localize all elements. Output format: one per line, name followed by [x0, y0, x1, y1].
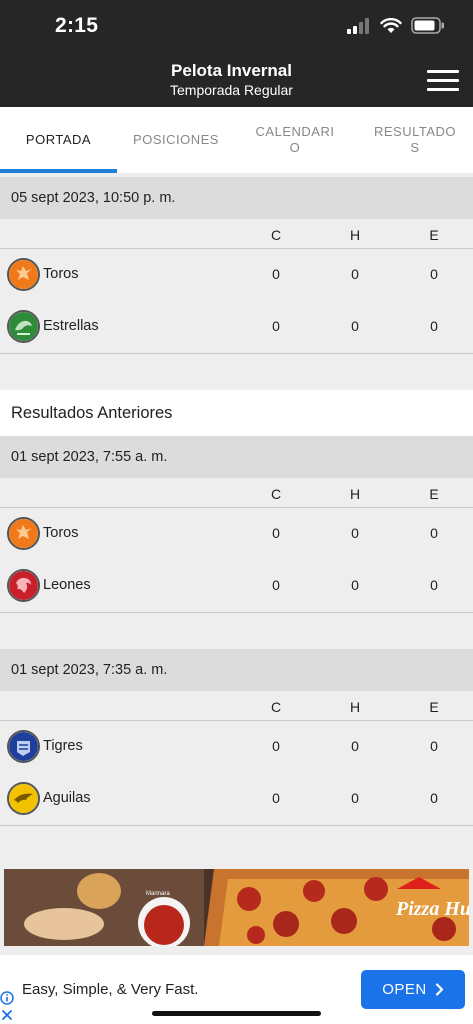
team-name: Toros	[43, 266, 79, 282]
team-logo-icon	[7, 258, 40, 291]
team-runs: 0	[272, 577, 280, 593]
team-runs: 0	[272, 738, 280, 754]
team-errors: 0	[430, 525, 438, 541]
team-errors: 0	[430, 266, 438, 282]
team-row[interactable]: Toros 0 0 0	[0, 249, 473, 301]
hits-header: H	[349, 227, 361, 243]
hits-header: H	[349, 486, 361, 502]
active-tab-indicator	[0, 169, 117, 173]
team-hits: 0	[351, 738, 359, 754]
chevron-right-icon	[435, 983, 443, 996]
team-errors: 0	[430, 318, 438, 334]
game-date: 01 sept 2023, 7:55 a. m.	[0, 436, 473, 478]
runs-header: C	[270, 227, 282, 243]
app-subtitle: Temporada Regular	[170, 82, 293, 98]
app-title: Pelota Invernal	[171, 61, 292, 80]
game-date: 05 sept 2023, 10:50 p. m.	[0, 177, 473, 219]
tab-calendario[interactable]: CALENDARI O	[245, 107, 345, 173]
team-runs: 0	[272, 266, 280, 282]
signal-icon	[347, 17, 369, 34]
status-bar: 2:15	[0, 0, 473, 52]
previous-game-card: 01 sept 2023, 7:55 a. m. C H E Toros 0 0…	[0, 436, 473, 613]
errors-header: E	[429, 486, 439, 502]
team-row[interactable]: Tigres 0 0 0	[0, 721, 473, 773]
previous-game-card: 01 sept 2023, 7:35 a. m. C H E Tigres 0 …	[0, 649, 473, 826]
team-hits: 0	[351, 525, 359, 541]
battery-icon	[411, 17, 444, 34]
team-logo-icon	[7, 730, 40, 763]
previous-results-heading: Resultados Anteriores	[0, 390, 473, 436]
team-name: Tigres	[43, 738, 83, 754]
team-runs: 0	[272, 790, 280, 806]
team-list: Toros 0 0 0 Estrellas 0 0 0	[0, 249, 473, 354]
ad-text: Easy, Simple, & Very Fast.	[22, 981, 199, 998]
team-list: Tigres 0 0 0 Aguilas 0 0 0	[0, 721, 473, 826]
team-logo-icon	[7, 569, 40, 602]
team-name: Aguilas	[43, 790, 91, 806]
team-name: Estrellas	[43, 318, 99, 334]
runs-header: C	[270, 486, 282, 502]
hamburger-menu-icon[interactable]	[427, 70, 459, 92]
team-hits: 0	[351, 266, 359, 282]
team-runs: 0	[272, 525, 280, 541]
team-logo-icon	[7, 310, 40, 343]
tab-resultados[interactable]: RESULTADO S	[362, 107, 468, 173]
score-column-headers: C H E	[0, 691, 473, 721]
errors-header: E	[429, 227, 439, 243]
score-column-headers: C H E	[0, 478, 473, 508]
team-errors: 0	[430, 738, 438, 754]
close-icon[interactable]	[0, 1008, 14, 1022]
score-column-headers: C H E	[0, 219, 473, 249]
ad-banner-image[interactable]: Marinara Pizza Hut	[4, 869, 469, 946]
team-logo-icon	[7, 782, 40, 815]
team-row[interactable]: Aguilas 0 0 0	[0, 773, 473, 825]
tab-bar: PORTADA POSICIONES CALENDARI O RESULTADO…	[0, 107, 473, 173]
status-icons	[347, 17, 445, 34]
team-logo-icon	[7, 517, 40, 550]
wifi-icon	[380, 17, 402, 33]
runs-header: C	[270, 699, 282, 715]
tab-portada[interactable]: PORTADA	[0, 107, 117, 173]
status-time: 2:15	[55, 14, 99, 37]
hits-header: H	[349, 699, 361, 715]
team-runs: 0	[272, 318, 280, 334]
ad-brand-label: Pizza Hut	[395, 898, 469, 920]
team-hits: 0	[351, 318, 359, 334]
team-row[interactable]: Leones 0 0 0	[0, 560, 473, 612]
team-name: Toros	[43, 525, 79, 541]
ad-open-label: OPEN	[382, 981, 427, 998]
game-date: 01 sept 2023, 7:35 a. m.	[0, 649, 473, 691]
info-icon[interactable]	[0, 991, 14, 1005]
team-hits: 0	[351, 790, 359, 806]
current-game-card: 05 sept 2023, 10:50 p. m. C H E Toros 0 …	[0, 177, 473, 354]
team-row[interactable]: Estrellas 0 0 0	[0, 301, 473, 353]
tab-posiciones[interactable]: POSICIONES	[117, 107, 235, 173]
ad-marinara-label: Marinara	[146, 891, 170, 897]
home-indicator[interactable]	[152, 1011, 321, 1016]
errors-header: E	[429, 699, 439, 715]
team-list: Toros 0 0 0 Leones 0 0 0	[0, 508, 473, 613]
team-row[interactable]: Toros 0 0 0	[0, 508, 473, 560]
ad-open-button[interactable]: OPEN	[361, 970, 465, 1009]
team-errors: 0	[430, 790, 438, 806]
team-errors: 0	[430, 577, 438, 593]
team-hits: 0	[351, 577, 359, 593]
app-header: Pelota Invernal Temporada Regular	[0, 52, 473, 107]
team-name: Leones	[43, 577, 91, 593]
